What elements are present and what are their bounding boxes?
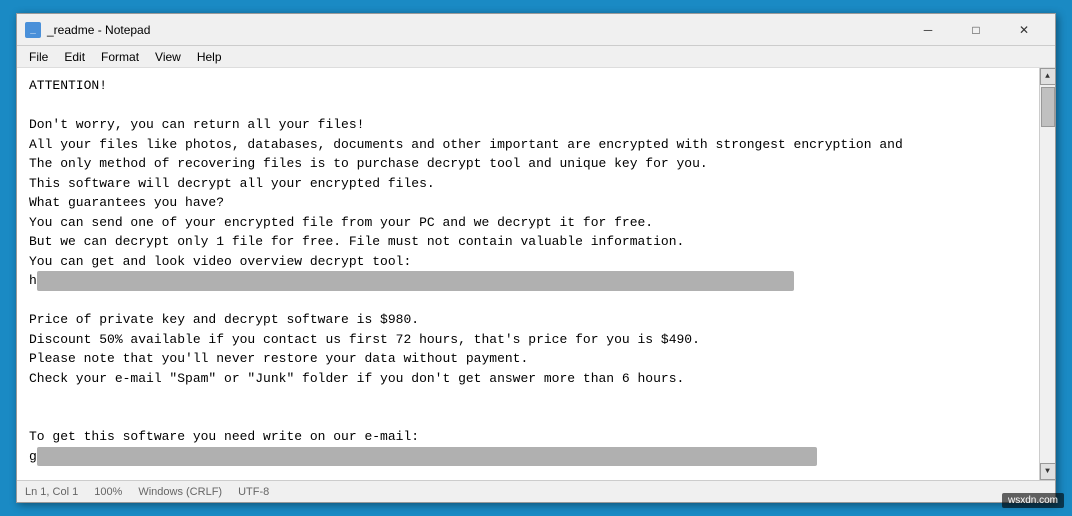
menu-bar: File Edit Format View Help: [17, 46, 1055, 68]
scroll-track[interactable]: [1040, 85, 1055, 463]
scroll-up-arrow[interactable]: ▲: [1040, 68, 1056, 85]
redacted-email-1: [37, 447, 817, 467]
menu-format[interactable]: Format: [93, 48, 147, 66]
text-line-5: The only method of recovering files is t…: [29, 156, 708, 171]
scroll-down-arrow[interactable]: ▼: [1040, 463, 1056, 480]
title-bar: _ _readme - Notepad ─ □ ✕: [17, 14, 1055, 46]
maximize-button[interactable]: □: [953, 16, 999, 44]
text-line-14: Discount 50% available if you contact us…: [29, 332, 700, 347]
status-bar: Ln 1, Col 1 100% Windows (CRLF) UTF-8: [17, 480, 1055, 502]
app-icon: _: [25, 22, 41, 38]
window-controls: ─ □ ✕: [905, 16, 1047, 44]
notepad-window: _ _readme - Notepad ─ □ ✕ File Edit Form…: [16, 13, 1056, 503]
text-line-15: Please note that you'll never restore yo…: [29, 351, 528, 366]
menu-file[interactable]: File: [21, 48, 56, 66]
close-button[interactable]: ✕: [1001, 16, 1047, 44]
line-ending-text: Windows (CRLF): [138, 486, 222, 498]
text-line-16: Check your e-mail "Spam" or "Junk" folde…: [29, 371, 684, 386]
text-line-9: But we can decrypt only 1 file for free.…: [29, 234, 684, 249]
text-line-1: ATTENTION!: [29, 78, 107, 93]
charset-text: UTF-8: [238, 486, 269, 498]
text-line-19: To get this software you need write on o…: [29, 429, 419, 444]
text-line-10: You can get and look video overview decr…: [29, 254, 411, 269]
minimize-button[interactable]: ─: [905, 16, 951, 44]
content-area: ATTENTION! Don't worry, you can return a…: [17, 68, 1055, 480]
redacted-url-1: [37, 271, 794, 291]
text-line-4: All your files like photos, databases, d…: [29, 137, 903, 152]
text-line-20-prefix: g: [29, 449, 37, 464]
text-line-7: What guarantees you have?: [29, 195, 224, 210]
text-line-11-prefix: h: [29, 273, 37, 288]
text-editor[interactable]: ATTENTION! Don't worry, you can return a…: [17, 68, 1039, 480]
menu-view[interactable]: View: [147, 48, 189, 66]
window-title: _readme - Notepad: [47, 23, 905, 37]
text-line-13: Price of private key and decrypt softwar…: [29, 312, 419, 327]
encoding-text: 100%: [94, 486, 122, 498]
scroll-thumb[interactable]: [1041, 87, 1055, 127]
text-line-3: Don't worry, you can return all your fil…: [29, 117, 364, 132]
text-line-8: You can send one of your encrypted file …: [29, 215, 653, 230]
status-text: Ln 1, Col 1: [25, 486, 78, 498]
menu-help[interactable]: Help: [189, 48, 230, 66]
vertical-scrollbar[interactable]: ▲ ▼: [1039, 68, 1055, 480]
menu-edit[interactable]: Edit: [56, 48, 93, 66]
text-line-6: This software will decrypt all your encr…: [29, 176, 435, 191]
watermark: wsxdn.com: [1002, 493, 1064, 508]
